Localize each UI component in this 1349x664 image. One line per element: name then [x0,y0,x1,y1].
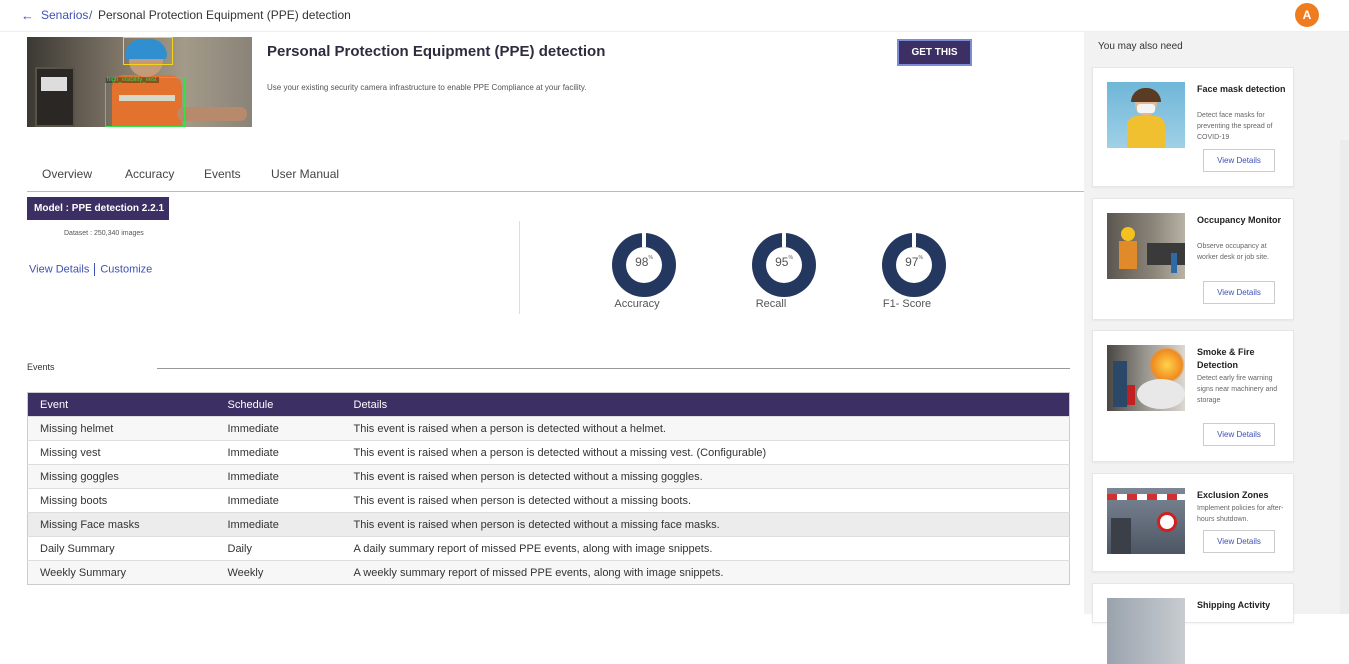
event-schedule: Daily [227,536,354,561]
card-title: Shipping Activity [1197,600,1271,610]
page-title: Personal Protection Equipment (PPE) dete… [267,43,606,60]
detection-tag: high_visibility_vest [105,77,159,83]
breadcrumb-separator: / [89,8,93,22]
accuracy-label: Accuracy [614,298,660,310]
view-details-button[interactable]: View Details [1203,530,1275,553]
table-row[interactable]: Missing goggles Immediate This event is ra… [27,464,1070,489]
events-table: Event Schedule Details Missing helmet Imm… [27,392,1070,585]
event-name: Missing Face masks [27,512,228,537]
event-schedule: Weekly [227,560,354,585]
event-schedule: Immediate [227,488,354,513]
exclusion-zones-thumbnail [1107,488,1185,554]
top-bar: ← Senarios / Personal Protection Equipme… [0,0,1349,32]
back-arrow-icon[interactable]: ← [21,8,34,23]
event-name: Missing vest [27,440,228,465]
f1-score-ring: 97% [882,233,946,297]
table-row[interactable]: Daily Summary Daily A daily summary report… [27,536,1070,561]
view-details-link[interactable]: View Details [29,263,89,275]
event-details: A daily summary report of missed PPE eve… [353,536,1070,561]
event-details: This event is raised when a person is de… [353,440,1070,465]
accuracy-value: 98 [635,255,649,269]
product-description: Use your existing security camera infras… [267,83,587,92]
tab-events[interactable]: Events [204,167,241,181]
recall-label: Recall [755,298,787,310]
accuracy-ring: 98% [612,233,676,297]
breadcrumb-link-scenarios[interactable]: Senarios [41,8,88,22]
recall-value: 95 [775,255,789,269]
shipping-activity-thumbnail [1107,598,1185,664]
tab-user-manual[interactable]: User Manual [271,167,339,181]
event-details: This event is raised when person is dete… [353,488,1070,513]
card-title: Smoke & Fire Detection [1197,347,1255,370]
card-face-mask-detection[interactable]: Face mask detection Detect face masks fo… [1092,67,1294,187]
get-this-button[interactable]: GET THIS [897,39,972,66]
card-title: Exclusion Zones [1197,490,1269,500]
scrollbar[interactable] [1340,140,1349,614]
event-name: Missing goggles [27,464,228,489]
divider [519,221,520,314]
tab-overview[interactable]: Overview [42,167,92,181]
event-details: A weekly summary report of missed PPE ev… [353,560,1070,585]
event-schedule: Immediate [227,416,354,441]
f1-score-value: 97 [905,255,919,269]
card-description: Implement policies for after-hours shutd… [1197,505,1284,523]
event-schedule: Immediate [227,464,354,489]
card-description: Observe occupancy at worker desk or job … [1197,243,1269,261]
customize-link[interactable]: Customize [100,263,152,275]
f1-score-label: F1- Score [882,298,932,310]
event-name: Missing boots [27,488,228,513]
view-details-button[interactable]: View Details [1203,149,1275,172]
model-links: View Details Customize [29,263,152,276]
table-row[interactable]: Missing vest Immediate This event is raise… [27,440,1070,465]
table-row[interactable]: Missing Face masks Immediate This event is… [27,512,1070,537]
sidebar-title: You may also need [1098,41,1183,52]
breadcrumb-current: Personal Protection Equipment (PPE) dete… [98,8,351,22]
card-smoke-fire-detection[interactable]: Smoke & Fire Detection Detect early fire… [1092,330,1294,462]
recommendations-sidebar: You may also need Face mask detection De… [1084,32,1349,664]
table-row[interactable]: Missing boots Immediate This event is rais… [27,488,1070,513]
column-header-event: Event [27,392,228,417]
avatar[interactable]: A [1295,3,1319,27]
event-name: Daily Summary [27,536,228,561]
events-divider [157,368,1070,369]
table-row[interactable]: Missing helmet Immediate This event is rai… [27,416,1070,441]
tab-bar: Overview Accuracy Events User Manual [27,160,1084,192]
events-section-title: Events [27,362,55,372]
occupancy-thumbnail [1107,213,1185,279]
event-name: Weekly Summary [27,560,228,585]
face-mask-thumbnail [1107,82,1185,148]
event-details: This event is raised when a person is de… [353,416,1070,441]
card-title: Face mask detection [1197,84,1286,94]
table-row[interactable]: Weekly Summary Weekly A weekly summary rep… [27,560,1070,585]
tab-accuracy[interactable]: Accuracy [125,167,174,181]
event-schedule: Immediate [227,512,354,537]
column-header-details: Details [353,392,1070,417]
main-content: high_visibility_vest Personal Protection… [0,32,1084,614]
column-header-schedule: Schedule [227,392,354,417]
model-badge: Model : PPE detection 2.2.1 [27,197,169,220]
card-title: Occupancy Monitor [1197,215,1282,225]
card-description: Detect face masks for preventing the spr… [1197,112,1273,141]
dataset-info: Dataset : 250,340 images [64,230,144,237]
table-header-row: Event Schedule Details [27,392,1070,417]
card-description: Detect early fire warning signs near mac… [1197,375,1278,404]
recall-ring: 95% [752,233,816,297]
view-details-button[interactable]: View Details [1203,281,1275,304]
card-shipping-activity[interactable]: Shipping Activity [1092,583,1294,664]
card-exclusion-zones[interactable]: Exclusion Zones Implement policies for a… [1092,473,1294,572]
smoke-fire-thumbnail [1107,345,1185,411]
event-schedule: Immediate [227,440,354,465]
card-occupancy-monitor[interactable]: Occupancy Monitor Observe occupancy at w… [1092,198,1294,320]
event-details: This event is raised when person is dete… [353,512,1070,537]
hero-image: high_visibility_vest [27,37,252,127]
event-name: Missing helmet [27,416,228,441]
view-details-button[interactable]: View Details [1203,423,1275,446]
event-details: This event is raised when person is dete… [353,464,1070,489]
